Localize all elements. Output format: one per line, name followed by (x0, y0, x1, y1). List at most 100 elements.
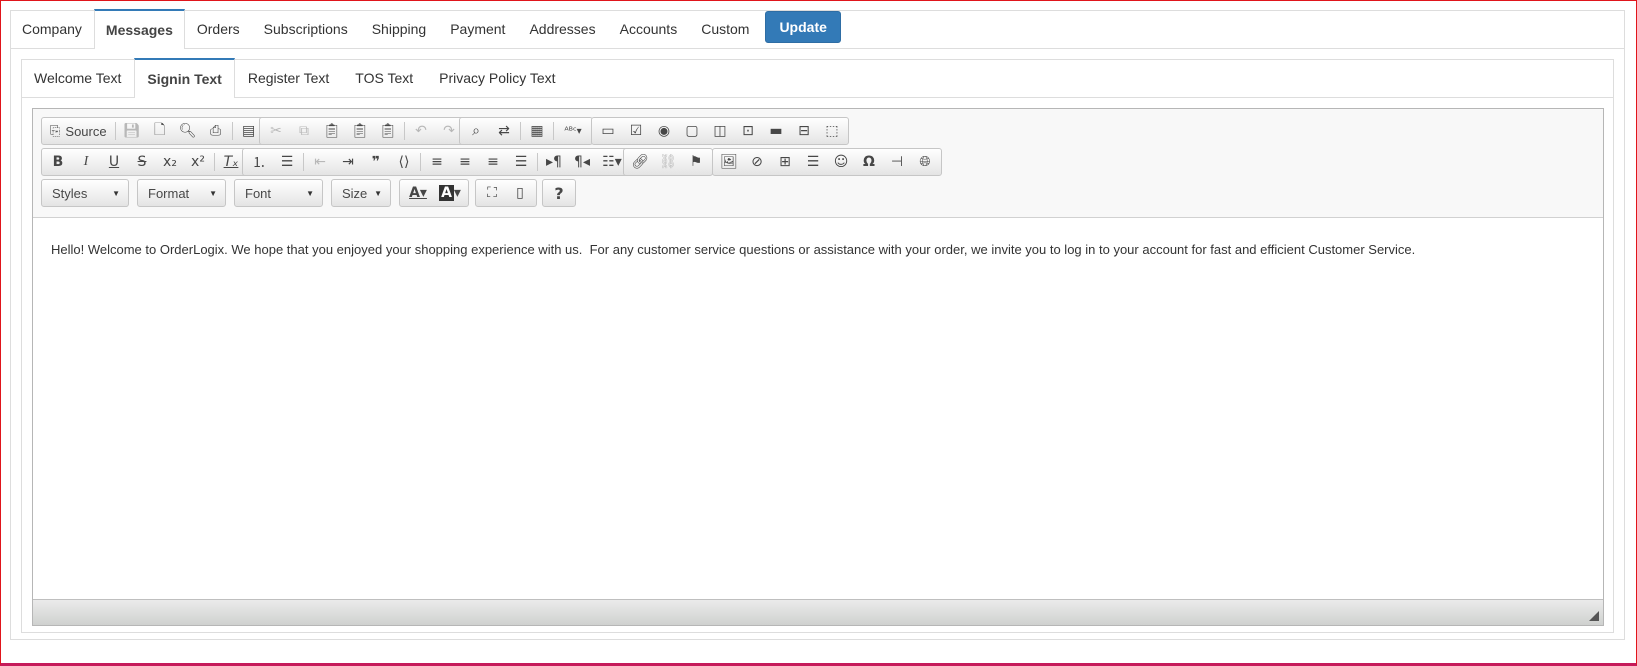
horizontal-line-icon[interactable]: ☰ (799, 150, 827, 174)
tab-company[interactable]: Company (10, 9, 94, 48)
outdent-icon[interactable]: ⇤ (306, 150, 334, 174)
toolbar-separator (114, 122, 116, 140)
select-field-icon[interactable]: ⊡ (734, 119, 762, 143)
size-dropdown-label: Size (342, 185, 368, 201)
text-direction-rtl-icon[interactable]: ¶◂ (568, 150, 596, 174)
indent-icon[interactable]: ⇥ (334, 150, 362, 174)
div-container-icon[interactable]: ⟨⟩ (390, 150, 418, 174)
text-color-icon[interactable]: A▾ (402, 181, 434, 205)
tab-shipping[interactable]: Shipping (360, 9, 439, 48)
background-color-icon[interactable]: A ▾ (434, 181, 466, 205)
bulleted-list-icon[interactable]: ☰ (273, 150, 301, 174)
chevron-down-icon: ▼ (374, 188, 382, 198)
anchor-icon[interactable]: ⚑ (682, 150, 710, 174)
form-icon[interactable]: ▭ (594, 119, 622, 143)
justify-icon[interactable]: ☰ (507, 150, 535, 174)
spellcheck-icon[interactable]: ᴬᴮᶜ▾ (556, 119, 590, 143)
align-left-icon[interactable]: ≡ (423, 150, 451, 174)
button-field-icon[interactable]: ▬ (762, 119, 790, 143)
save-icon[interactable]: 💾︎ (118, 119, 146, 143)
links-toolbar-group: 🔗︎ ⛓ ⚑ (623, 148, 713, 176)
paste-text-icon[interactable]: 📋︎ (346, 119, 374, 143)
preview-icon[interactable]: 🔍︎ (174, 119, 202, 143)
align-center-icon[interactable]: ≡ (451, 150, 479, 174)
italic-icon[interactable]: I (72, 150, 100, 174)
new-page-icon[interactable]: 🗋 (146, 119, 174, 143)
styles-dropdown[interactable]: Styles ▼ (41, 179, 129, 207)
colors-toolbar-group: A▾ A ▾ (399, 179, 469, 207)
source-button-label: Source (65, 123, 107, 139)
textarea-icon[interactable]: ◫ (706, 119, 734, 143)
tools-toolbar-group: ⛶ ▯ (475, 179, 537, 207)
tab-welcome-text[interactable]: Welcome Text (21, 58, 134, 97)
tab-tos-text[interactable]: TOS Text (342, 58, 426, 97)
blockquote-icon[interactable]: ❞ (362, 150, 390, 174)
format-dropdown[interactable]: Format ▼ (137, 179, 226, 207)
paste-from-word-icon[interactable]: 📋︎ (374, 119, 402, 143)
hidden-field-icon[interactable]: ⬚ (818, 119, 846, 143)
tab-register-text[interactable]: Register Text (235, 58, 342, 97)
smiley-icon[interactable]: ☺ (827, 150, 855, 174)
tab-privacy-policy-text[interactable]: Privacy Policy Text (426, 58, 568, 97)
toolbar-separator (231, 122, 233, 140)
chevron-down-icon: ▼ (306, 188, 314, 198)
undo-icon[interactable]: ↶ (407, 119, 435, 143)
editor-content-area[interactable]: Hello! Welcome to OrderLogix. We hope th… (33, 219, 1603, 604)
flash-icon[interactable]: ⊘ (743, 150, 771, 174)
text-direction-ltr-icon[interactable]: ▸¶ (540, 150, 568, 174)
table-icon[interactable]: ⊞ (771, 150, 799, 174)
editor-toolbar: ⎘ Source 💾︎ 🗋 🔍︎ ⎙ ▤ ✂ ⧉ 📋︎ 📋︎ 📋︎ ↶ ↷ ⌕ … (33, 109, 1603, 218)
image-icon[interactable]: 🖼︎ (715, 150, 743, 174)
size-dropdown[interactable]: Size ▼ (331, 179, 391, 207)
radio-icon[interactable]: ◉ (650, 119, 678, 143)
align-right-icon[interactable]: ≡ (479, 150, 507, 174)
rich-text-editor: ⎘ Source 💾︎ 🗋 🔍︎ ⎙ ▤ ✂ ⧉ 📋︎ 📋︎ 📋︎ ↶ ↷ ⌕ … (32, 108, 1604, 626)
underline-icon[interactable]: U (100, 150, 128, 174)
paragraph-toolbar-group: ⒈ ☰ ⇤ ⇥ ❞ ⟨⟩ ≡ ≡ ≡ ☰ ▸¶ ¶◂ ☷▾ (242, 148, 631, 176)
tab-orders[interactable]: Orders (185, 9, 252, 48)
toolbar-separator (303, 153, 304, 171)
link-icon[interactable]: 🔗︎ (626, 150, 654, 174)
tab-subscriptions[interactable]: Subscriptions (252, 9, 360, 48)
special-character-icon[interactable]: Ω (855, 150, 883, 174)
copy-icon[interactable]: ⧉ (290, 119, 318, 143)
source-button[interactable]: ⎘ Source (44, 119, 113, 143)
show-blocks-icon[interactable]: ▯ (506, 181, 534, 205)
resize-handle-icon[interactable] (1589, 611, 1599, 621)
tab-addresses[interactable]: Addresses (517, 9, 607, 48)
toolbar-separator (537, 153, 538, 171)
unlink-icon[interactable]: ⛓ (654, 150, 682, 174)
tab-signin-text[interactable]: Signin Text (134, 58, 235, 98)
text-field-icon[interactable]: ▢ (678, 119, 706, 143)
maximize-icon[interactable]: ⛶ (478, 181, 506, 205)
tab-messages[interactable]: Messages (93, 9, 185, 49)
tab-payment[interactable]: Payment (438, 9, 517, 48)
numbered-list-icon[interactable]: ⒈ (245, 150, 273, 174)
superscript-icon[interactable]: x² (184, 150, 212, 174)
cut-icon[interactable]: ✂ (262, 119, 290, 143)
iframe-icon[interactable]: 🌐︎ (911, 150, 939, 174)
chevron-down-icon: ▼ (209, 188, 217, 198)
tab-accounts[interactable]: Accounts (608, 9, 690, 48)
editor-status-bar (33, 599, 1603, 625)
page-break-icon[interactable]: ⊣ (883, 150, 911, 174)
source-icon: ⎘ (50, 123, 61, 138)
select-all-icon[interactable]: ▦ (523, 119, 551, 143)
remove-format-icon[interactable]: Tₓ (217, 150, 245, 174)
paste-icon[interactable]: 📋︎ (318, 119, 346, 143)
update-button[interactable]: Update (765, 11, 841, 43)
replace-icon[interactable]: ⇄ (490, 119, 518, 143)
find-icon[interactable]: ⌕ (462, 119, 490, 143)
insert-toolbar-group: 🖼︎ ⊘ ⊞ ☰ ☺ Ω ⊣ 🌐︎ (712, 148, 942, 176)
help-icon[interactable]: ? (545, 181, 573, 205)
clipboard-toolbar-group: ✂ ⧉ 📋︎ 📋︎ 📋︎ ↶ ↷ (259, 117, 466, 145)
checkbox-icon[interactable]: ☑ (622, 119, 650, 143)
image-button-icon[interactable]: ⊟ (790, 119, 818, 143)
bold-icon[interactable]: B (44, 150, 72, 174)
font-dropdown[interactable]: Font ▼ (234, 179, 323, 207)
print-icon[interactable]: ⎙ (202, 119, 230, 143)
tab-custom[interactable]: Custom (689, 9, 761, 48)
strikethrough-icon[interactable]: S (128, 150, 156, 174)
forms-toolbar-group: ▭ ☑ ◉ ▢ ◫ ⊡ ▬ ⊟ ⬚ (591, 117, 849, 145)
subscript-icon[interactable]: x₂ (156, 150, 184, 174)
